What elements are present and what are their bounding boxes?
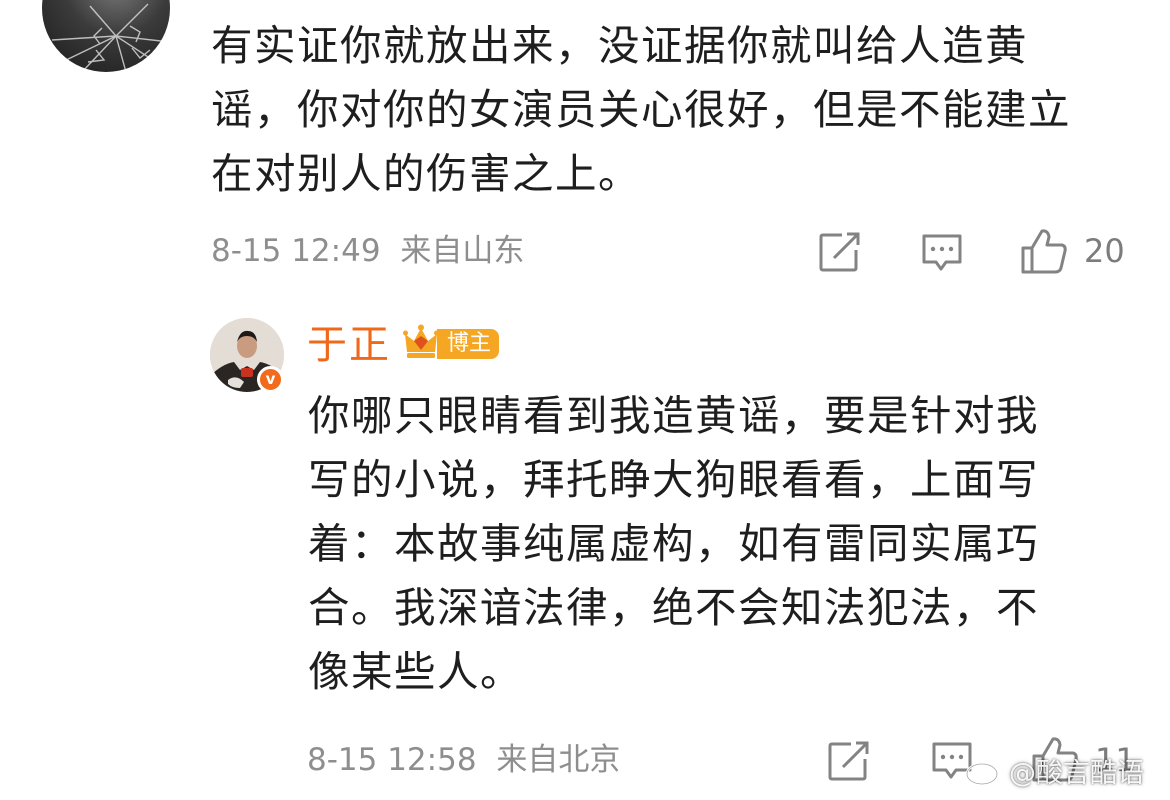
host-tag: 博主 — [437, 329, 500, 359]
reply-line: 写的小说，拜托睁大狗眼看看，上面写 — [308, 455, 1040, 504]
watermark: @酸言酷语 — [965, 748, 1144, 792]
comment-date: 8-15 12:49 — [211, 233, 381, 269]
comment-icon[interactable] — [920, 232, 964, 274]
share-icon[interactable] — [827, 740, 871, 782]
like-icon[interactable] — [1019, 226, 1069, 276]
reply-location: 来自北京 — [496, 742, 621, 778]
like-count: 20 — [1084, 232, 1125, 270]
reply-body: 你哪只眼睛看到我造黄谣，要是针对我 写的小说，拜托睁大狗眼看看，上面写 着：本故… — [308, 384, 1039, 704]
comment-meta: 8-15 12:49 来自山东 — [211, 231, 524, 271]
verified-badge: v — [257, 366, 284, 393]
comment-location: 来自山东 — [400, 233, 525, 269]
cracked-glass-image — [51, 3, 170, 72]
watermark-text: @酸言酷语 — [1009, 757, 1144, 789]
comment-line: 谣，你对你的女演员关心很好，但是不能建立 — [211, 85, 1072, 134]
reply-line: 像某些人。 — [308, 647, 524, 696]
reply-line: 合。我深谙法律，绝不会知法犯法，不 — [308, 583, 1040, 632]
comment-line: 在对别人的伤害之上。 — [211, 149, 642, 198]
author-name[interactable]: 于正 — [307, 319, 391, 371]
reply-line: 着：本故事纯属虚构，如有雷同实属巧 — [308, 519, 1040, 568]
reply-line: 你哪只眼睛看到我造黄谣，要是针对我 — [308, 391, 1040, 440]
commenter-avatar[interactable] — [42, 0, 170, 72]
comment-thread: 有实证你就放出来，没证据你就叫给人造黄 谣，你对你的女演员关心很好，但是不能建立… — [0, 0, 1170, 800]
reply-date: 8-15 12:58 — [307, 742, 477, 778]
share-icon[interactable] — [818, 231, 862, 273]
weibo-logo-icon — [965, 757, 1003, 786]
reply-meta: 8-15 12:58 来自北京 — [307, 740, 620, 780]
comment-body: 有实证你就放出来，没证据你就叫给人造黄 谣，你对你的女演员关心很好，但是不能建立… — [211, 14, 1071, 206]
comment-line: 有实证你就放出来，没证据你就叫给人造黄 — [211, 21, 1029, 70]
